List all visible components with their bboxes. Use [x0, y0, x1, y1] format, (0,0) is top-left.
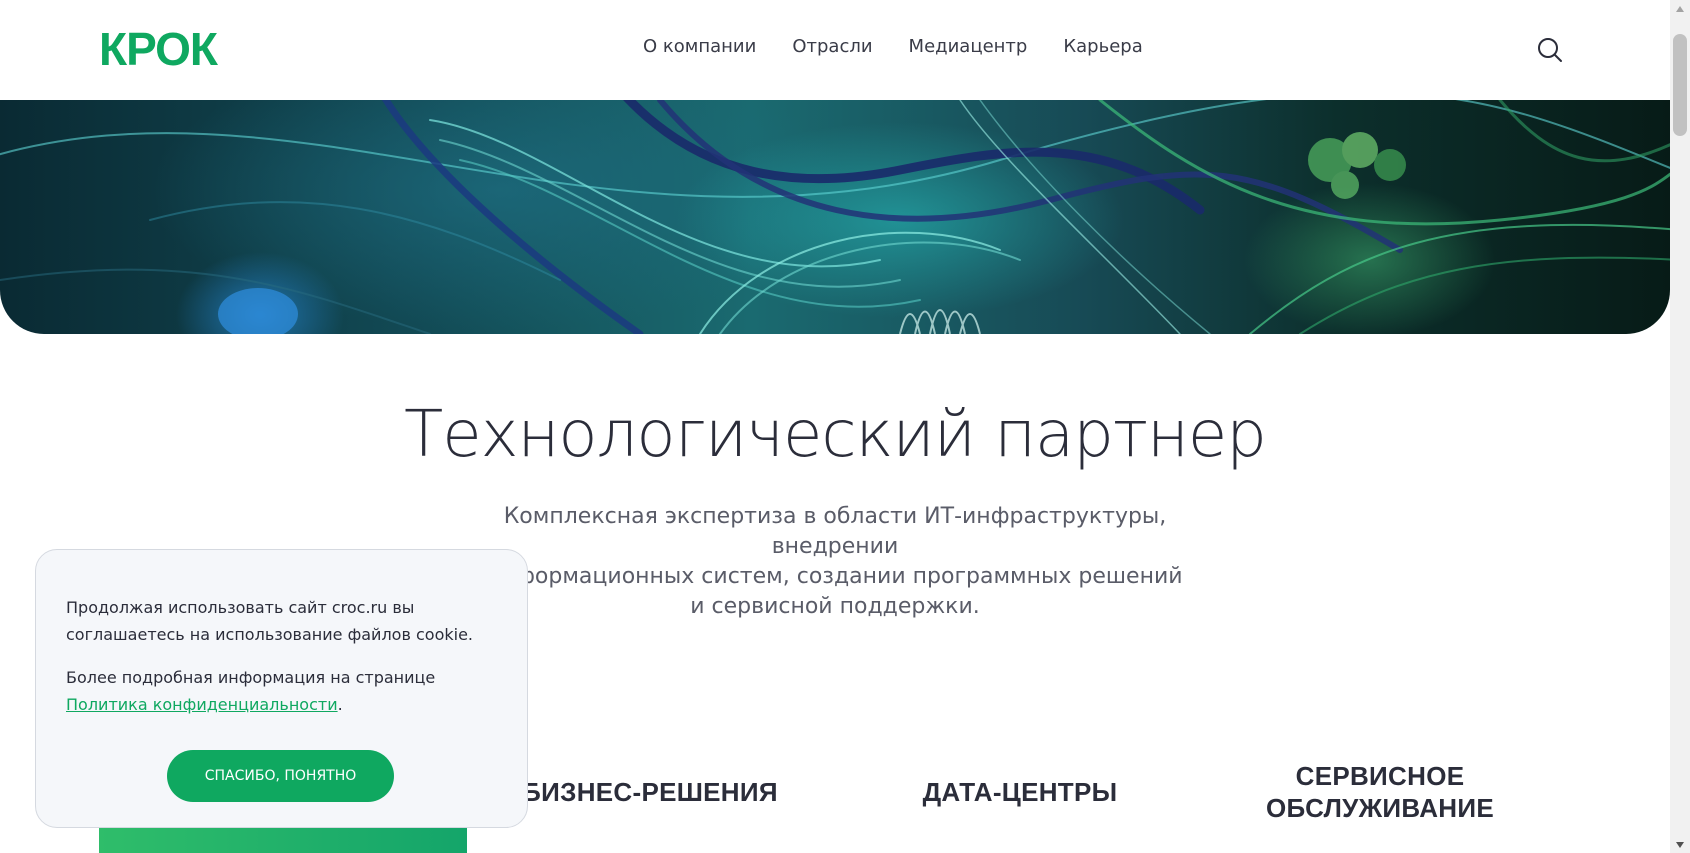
category-label: БИЗНЕС-РЕШЕНИЯ	[522, 777, 778, 807]
subtitle-line: и сервисной поддержки.	[690, 594, 980, 619]
cookie-info-prefix: Более подробная информация на странице	[66, 668, 436, 687]
scroll-thumb[interactable]	[1673, 34, 1687, 136]
nav-item-media[interactable]: Медиацентр	[909, 36, 1028, 57]
category-service[interactable]: СЕРВИСНОЕ ОБСЛУЖИВАНИЕ	[1230, 760, 1530, 824]
cookie-accept-button[interactable]: Спасибо, понятно	[167, 750, 394, 802]
site-header: КРОК О компании Отрасли Медиацентр Карье…	[0, 0, 1670, 100]
cookie-info-text: Более подробная информация на странице П…	[66, 664, 506, 718]
category-data-centers[interactable]: ДАТА-ЦЕНТРЫ	[890, 776, 1150, 808]
scroll-down-arrow-icon[interactable]	[1670, 836, 1690, 853]
nav-item-company[interactable]: О компании	[643, 36, 756, 57]
category-label: ОБСЛУЖИВАНИЕ	[1266, 793, 1494, 823]
nav-item-industries[interactable]: Отрасли	[792, 36, 872, 57]
hero-image	[0, 100, 1670, 334]
page-subtitle: Комплексная экспертиза в области ИТ-инфр…	[445, 502, 1225, 622]
cookie-consent-text: Продолжая использовать сайт croc.ru вы с…	[66, 598, 473, 644]
scroll-up-arrow-icon[interactable]	[1670, 0, 1690, 17]
page-scrollbar[interactable]	[1670, 0, 1690, 853]
nav-item-career[interactable]: Карьера	[1063, 36, 1142, 57]
page-title: Технологический партнер	[404, 398, 1267, 472]
subtitle-line: Комплексная экспертиза в области ИТ-инфр…	[503, 504, 1167, 559]
hero-cables-illustration	[0, 100, 1670, 334]
privacy-policy-link[interactable]: Политика конфиденциальности	[66, 695, 338, 714]
cookie-info-suffix: .	[337, 695, 343, 714]
category-label: СЕРВИСНОЕ	[1295, 761, 1465, 791]
category-business-solutions[interactable]: БИЗНЕС-РЕШЕНИЯ	[520, 776, 780, 808]
subtitle-line: информационных систем, создании программ…	[487, 564, 1183, 589]
main-nav: О компании Отрасли Медиацентр Карьера	[643, 36, 1143, 57]
logo[interactable]: КРОК	[99, 26, 218, 72]
search-icon[interactable]	[1536, 36, 1564, 64]
cookie-banner: Продолжая использовать сайт croc.ru вы с…	[35, 549, 528, 828]
category-label: ДАТА-ЦЕНТРЫ	[922, 777, 1118, 807]
